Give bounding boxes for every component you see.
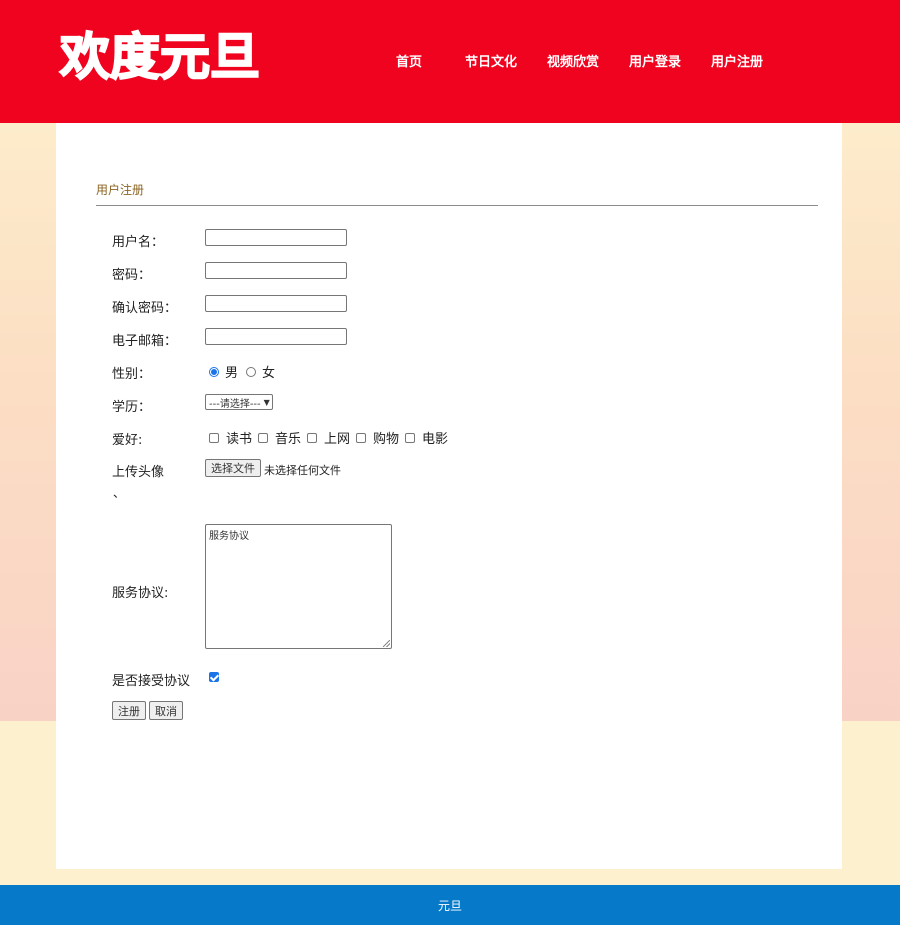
agreement-text: 服务协议 xyxy=(209,531,249,542)
hobby-reading-checkbox[interactable] xyxy=(209,432,219,443)
hobby-music-checkbox[interactable] xyxy=(258,432,268,443)
nav-item-login[interactable]: 用户登录 xyxy=(629,51,681,70)
hobby-shopping-checkbox[interactable] xyxy=(356,432,366,443)
email-label: 电子邮箱： xyxy=(112,334,178,349)
hobby-label: 爱好: xyxy=(112,433,143,448)
nav-item-culture[interactable]: 节日文化 xyxy=(465,51,517,70)
hobby-shopping-label: 购物 xyxy=(373,432,400,447)
gender-option-female[interactable]: 女 xyxy=(246,362,275,381)
file-status-text: 未选择任何文件 xyxy=(264,464,341,477)
username-label: 用户名： xyxy=(112,235,165,250)
register-button[interactable]: 注册 xyxy=(112,701,146,720)
confirm-password-label: 确认密码： xyxy=(112,301,178,316)
section-divider xyxy=(96,205,818,206)
nav-item-home[interactable]: 首页 xyxy=(396,51,422,70)
hobby-option-movies[interactable]: 电影 xyxy=(405,428,448,447)
footer-text: 元旦 xyxy=(437,898,462,913)
hobby-internet-label: 上网 xyxy=(324,432,351,447)
email-input[interactable] xyxy=(205,328,347,345)
education-select[interactable]: ---请选择--- ▼ xyxy=(205,394,273,410)
hobby-option-reading[interactable]: 读书 xyxy=(209,428,252,447)
stray-punctuation: 、 xyxy=(113,486,126,500)
password-label: 密码： xyxy=(112,268,152,283)
header: 欢度元旦 首页 节日文化 视频欣赏 用户登录 用户注册 xyxy=(0,0,900,123)
hobby-option-shopping[interactable]: 购物 xyxy=(356,428,399,447)
gender-option-male[interactable]: 男 xyxy=(209,362,238,381)
content-panel: 用户注册 用户名： 密码： 确认密码： 电子邮箱： 性别： 男 女 学历： --… xyxy=(56,123,842,869)
confirm-password-input[interactable] xyxy=(205,295,347,312)
gender-label: 性别： xyxy=(112,367,152,382)
agreement-textarea[interactable]: 服务协议 xyxy=(205,524,392,649)
resize-handle-icon[interactable] xyxy=(383,640,390,647)
gender-male-radio[interactable] xyxy=(209,366,219,377)
hobby-internet-checkbox[interactable] xyxy=(307,432,317,443)
accept-agreement-label: 是否接受协议 xyxy=(112,674,191,689)
cancel-button[interactable]: 取消 xyxy=(149,701,183,720)
gender-female-radio[interactable] xyxy=(246,366,256,377)
username-input[interactable] xyxy=(205,229,347,246)
hobby-option-internet[interactable]: 上网 xyxy=(307,428,350,447)
hobby-movies-checkbox[interactable] xyxy=(405,432,415,443)
hobby-option-music[interactable]: 音乐 xyxy=(258,428,301,447)
nav-item-register[interactable]: 用户注册 xyxy=(711,51,763,70)
hobby-reading-label: 读书 xyxy=(226,432,253,447)
hobby-movies-label: 电影 xyxy=(422,432,449,447)
hobby-music-label: 音乐 xyxy=(275,432,302,447)
accept-agreement-checkbox[interactable] xyxy=(209,672,219,682)
choose-file-button[interactable]: 选择文件 xyxy=(205,459,261,477)
nav-item-videos[interactable]: 视频欣赏 xyxy=(547,51,599,70)
education-selected-value: ---请选择--- xyxy=(209,398,261,410)
footer: 元旦 xyxy=(0,885,900,925)
gender-male-label: 男 xyxy=(225,366,239,381)
agreement-label: 服务协议: xyxy=(112,586,169,601)
avatar-label: 上传头像 xyxy=(112,465,165,480)
gender-female-label: 女 xyxy=(262,366,276,381)
main-nav: 首页 节日文化 视频欣赏 用户登录 用户注册 xyxy=(0,0,900,123)
chevron-down-icon: ▼ xyxy=(263,397,270,407)
section-title: 用户注册 xyxy=(96,183,145,197)
education-label: 学历： xyxy=(112,400,152,415)
password-input[interactable] xyxy=(205,262,347,279)
